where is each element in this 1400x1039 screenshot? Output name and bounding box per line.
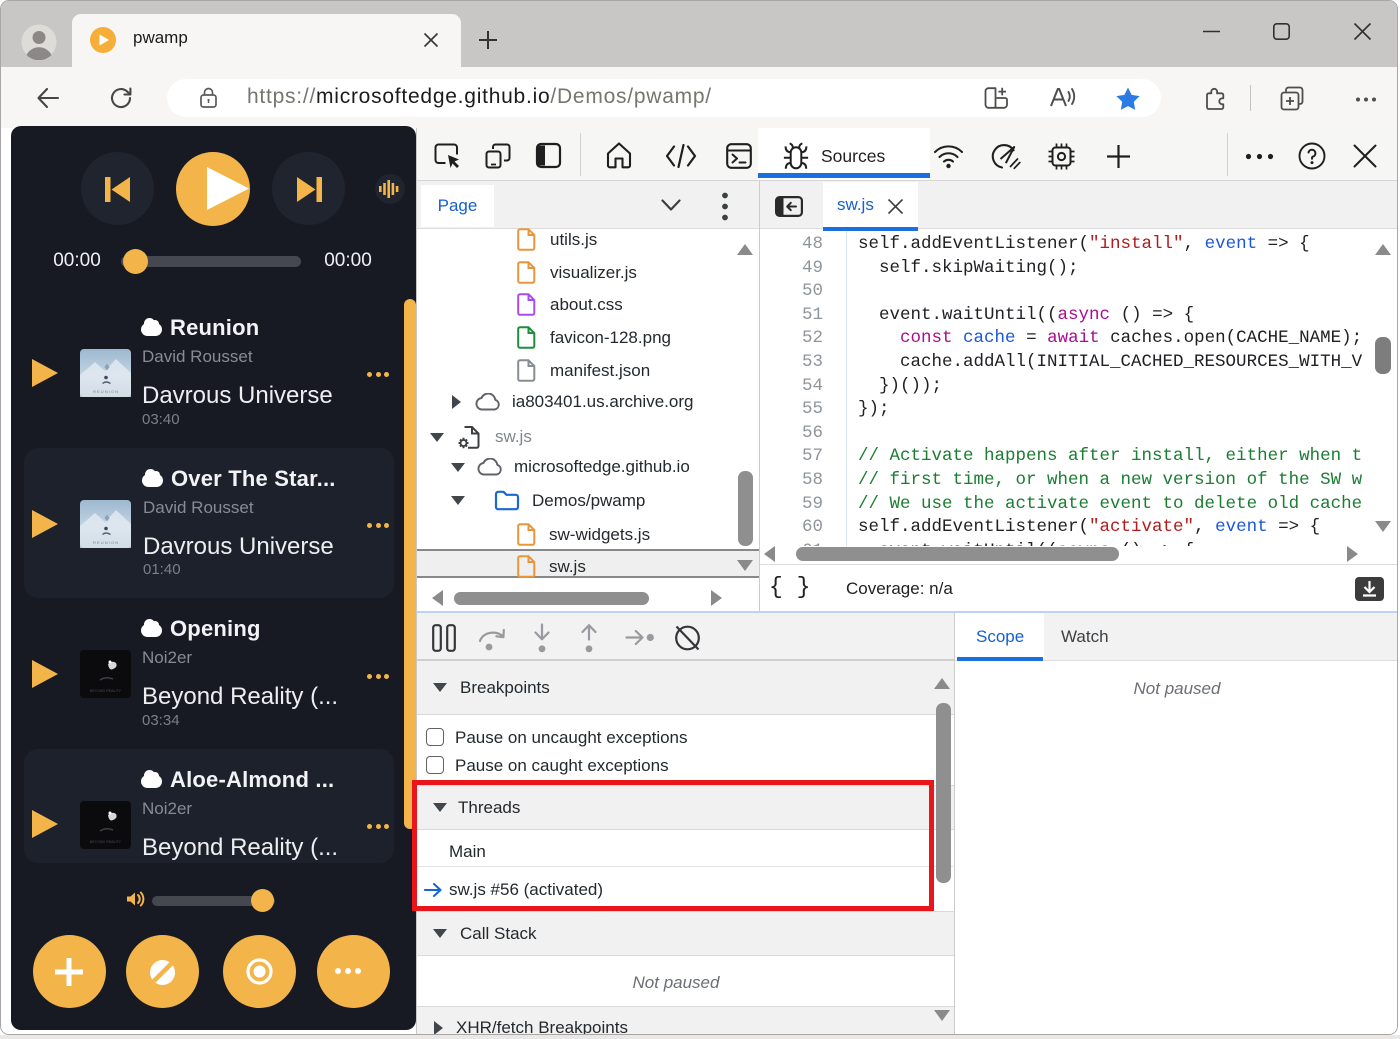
svg-text:BEYOND REALITY: BEYOND REALITY: [90, 840, 122, 844]
svg-text:BEYOND REALITY: BEYOND REALITY: [90, 689, 122, 693]
svg-text:R E U N I O N: R E U N I O N: [93, 540, 118, 545]
svg-text:R E U N I O N: R E U N I O N: [93, 389, 118, 394]
